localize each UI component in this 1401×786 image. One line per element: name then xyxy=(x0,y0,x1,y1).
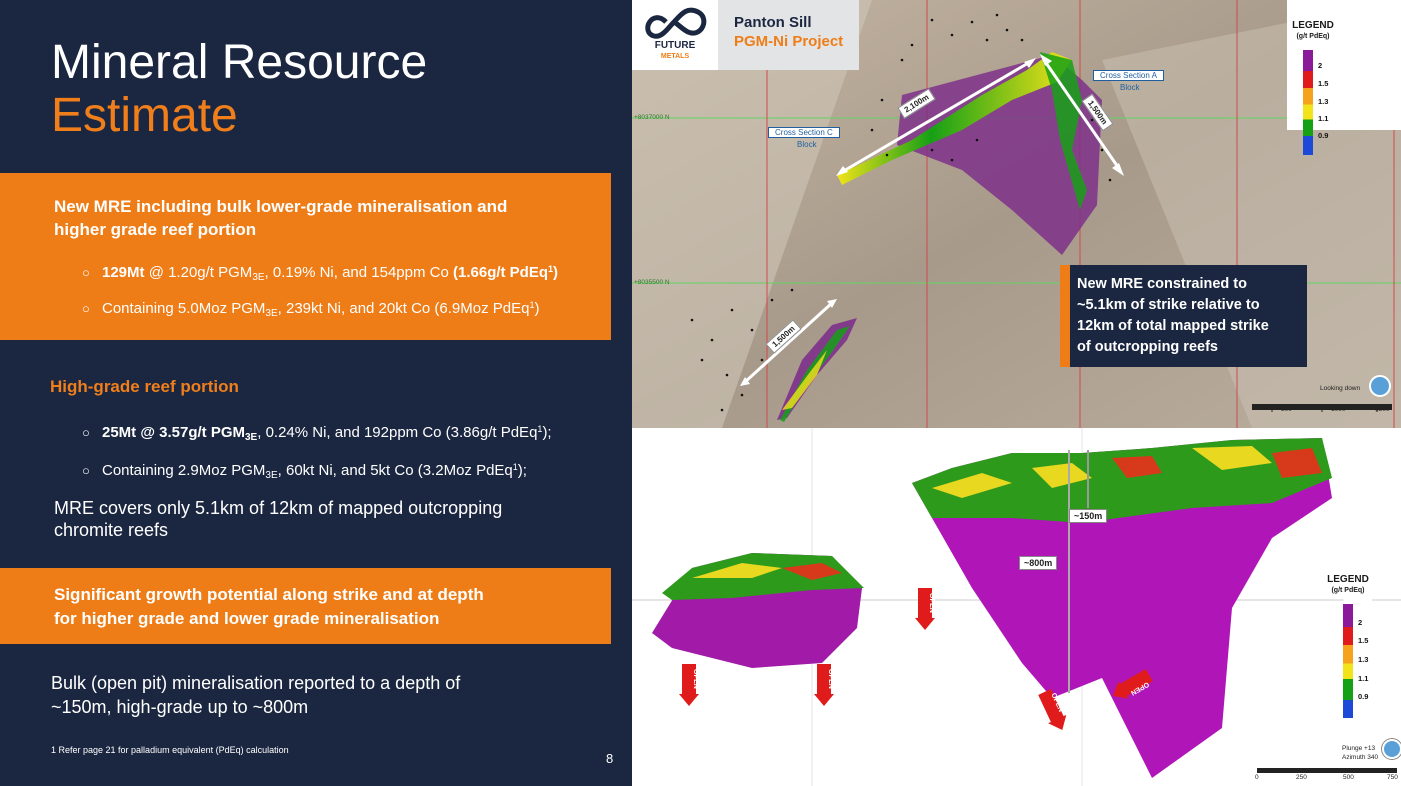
legend-colorbar-bottom xyxy=(1343,604,1353,718)
open-arrow-1: OPEN xyxy=(679,664,699,706)
box1-heading-line1: New MRE including bulk lower-grade miner… xyxy=(54,197,508,216)
bottom-line1: Bulk (open pit) mineralisation reported … xyxy=(51,673,461,693)
box2-line2: for higher grade and lower grade mineral… xyxy=(54,609,440,628)
cross-section-c-block: Block xyxy=(797,140,817,149)
open-text-2: OPEN xyxy=(827,669,834,689)
legend-bottom-value-5: 0.9 xyxy=(1358,692,1369,701)
legend-units-bottom: (g/t PdEq) xyxy=(1331,587,1365,594)
section2-para-line1: MRE covers only 5.1km of 12km of mapped … xyxy=(54,498,503,518)
legend-top-value-2: 1.5 xyxy=(1318,79,1329,88)
legend-top-value-5: 0.9 xyxy=(1318,131,1329,140)
callout-line1: New MRE constrained to xyxy=(1077,276,1247,292)
section2-bullet-2: ○ Containing 2.9Moz PGM3E, 60kt Ni, and 5… xyxy=(82,462,527,481)
cross-section-c-label: Cross Section C xyxy=(768,127,840,138)
box1-bullet-1: ○ 129Mt @ 1.20g/t PGM3E, 0.19% Ni, and 15… xyxy=(82,264,559,283)
legend-title-bottom: LEGEND xyxy=(1327,574,1369,585)
legend-bottom-value-2: 1.5 xyxy=(1358,636,1369,645)
depth-label-800: ~800m xyxy=(1019,556,1058,570)
section-3d-svg xyxy=(632,428,1401,786)
looking-down-label: Looking down xyxy=(1320,385,1361,392)
callout-line4: of outcropping reefs xyxy=(1077,339,1218,355)
section2-bullet-1: ○ 25Mt @ 3.57g/t PGM3E, 0.24% Ni, and 192… xyxy=(82,424,552,443)
title-line2: Estimate xyxy=(51,89,238,142)
map-scale-500: 500 xyxy=(1281,406,1292,413)
box1-bullet-2: ○ Containing 5.0Moz PGM3E, 239kt Ni, and … xyxy=(82,300,540,319)
legend-top-value-1: 2 xyxy=(1318,61,1323,70)
section-scale-bar xyxy=(1257,768,1397,773)
section2-heading: High-grade reef portion xyxy=(50,377,239,396)
open-arrow-3: OPEN xyxy=(915,588,935,630)
section2-para-line2: chromite reefs xyxy=(54,520,169,540)
legend-bottom-value-3: 1.3 xyxy=(1358,655,1369,664)
logo-text-2: METALS xyxy=(661,53,690,60)
title-line1: Mineral Resource xyxy=(51,36,428,89)
northing-label-2: +8035500 N xyxy=(634,279,670,286)
open-arrow-2: OPEN xyxy=(814,664,834,706)
plunge-label: Plunge +13 xyxy=(1342,745,1376,752)
open-text-3: OPEN xyxy=(928,593,935,613)
legend-colorbar-top xyxy=(1303,50,1313,155)
bullet-circle-icon: ○ xyxy=(82,463,90,478)
legend-title-top: LEGEND xyxy=(1292,20,1334,31)
legend-bottom-value-1: 2 xyxy=(1358,618,1363,627)
logo-text-1: FUTURE xyxy=(655,40,696,51)
callout-text: New MRE constrained to ~5.1km of strike … xyxy=(1077,274,1302,358)
section-scale-0: 0 xyxy=(1255,774,1259,781)
project-name: Panton Sill xyxy=(734,14,812,31)
company-logo: FUTURE METALS xyxy=(632,0,718,70)
map-scale-1500: 1500 xyxy=(1375,406,1390,413)
cross-section-a-block: Block xyxy=(1120,83,1140,92)
bullet-circle-icon: ○ xyxy=(82,265,90,280)
bottom-line2: ~150m, high-grade up to ~800m xyxy=(51,697,309,717)
bullet-circle-icon: ○ xyxy=(82,301,90,316)
footnote: 1 Refer page 21 for palladium equivalent… xyxy=(51,745,289,755)
callout-line3: 12km of total mapped strike xyxy=(1077,318,1269,334)
section-scale-250: 250 xyxy=(1296,774,1307,781)
legend-top-value-3: 1.3 xyxy=(1318,97,1329,106)
legend-bottom-value-4: 1.1 xyxy=(1358,674,1369,683)
section-scale-750: 750 xyxy=(1387,774,1398,781)
box2-line1: Significant growth potential along strik… xyxy=(54,585,484,604)
section-3d-image xyxy=(632,428,1401,786)
bullet-circle-icon: ○ xyxy=(82,425,90,440)
compass-icon xyxy=(1382,739,1401,759)
legend-top-value-4: 1.1 xyxy=(1318,114,1329,123)
map-scale-1000: 1000 xyxy=(1331,406,1346,413)
open-text-1: OPEN xyxy=(692,669,699,689)
highlight-box-growth xyxy=(0,568,611,644)
infinity-logo-icon: FUTURE METALS xyxy=(645,7,707,60)
page-number: 8 xyxy=(606,751,614,766)
depth-label-150: ~150m xyxy=(1069,509,1108,523)
azimuth-label: Azimuth 340 xyxy=(1342,754,1379,761)
section-scale-500: 500 xyxy=(1343,774,1354,781)
box1-heading-line2: higher grade reef portion xyxy=(54,220,257,239)
legend-units-top: (g/t PdEq) xyxy=(1296,33,1330,40)
cross-section-a-label: Cross Section A xyxy=(1093,70,1164,81)
northing-label-1: +8037000 N xyxy=(634,114,670,121)
callout-line2: ~5.1km of strike relative to xyxy=(1077,297,1260,313)
project-subtitle: PGM-Ni Project xyxy=(734,33,844,50)
